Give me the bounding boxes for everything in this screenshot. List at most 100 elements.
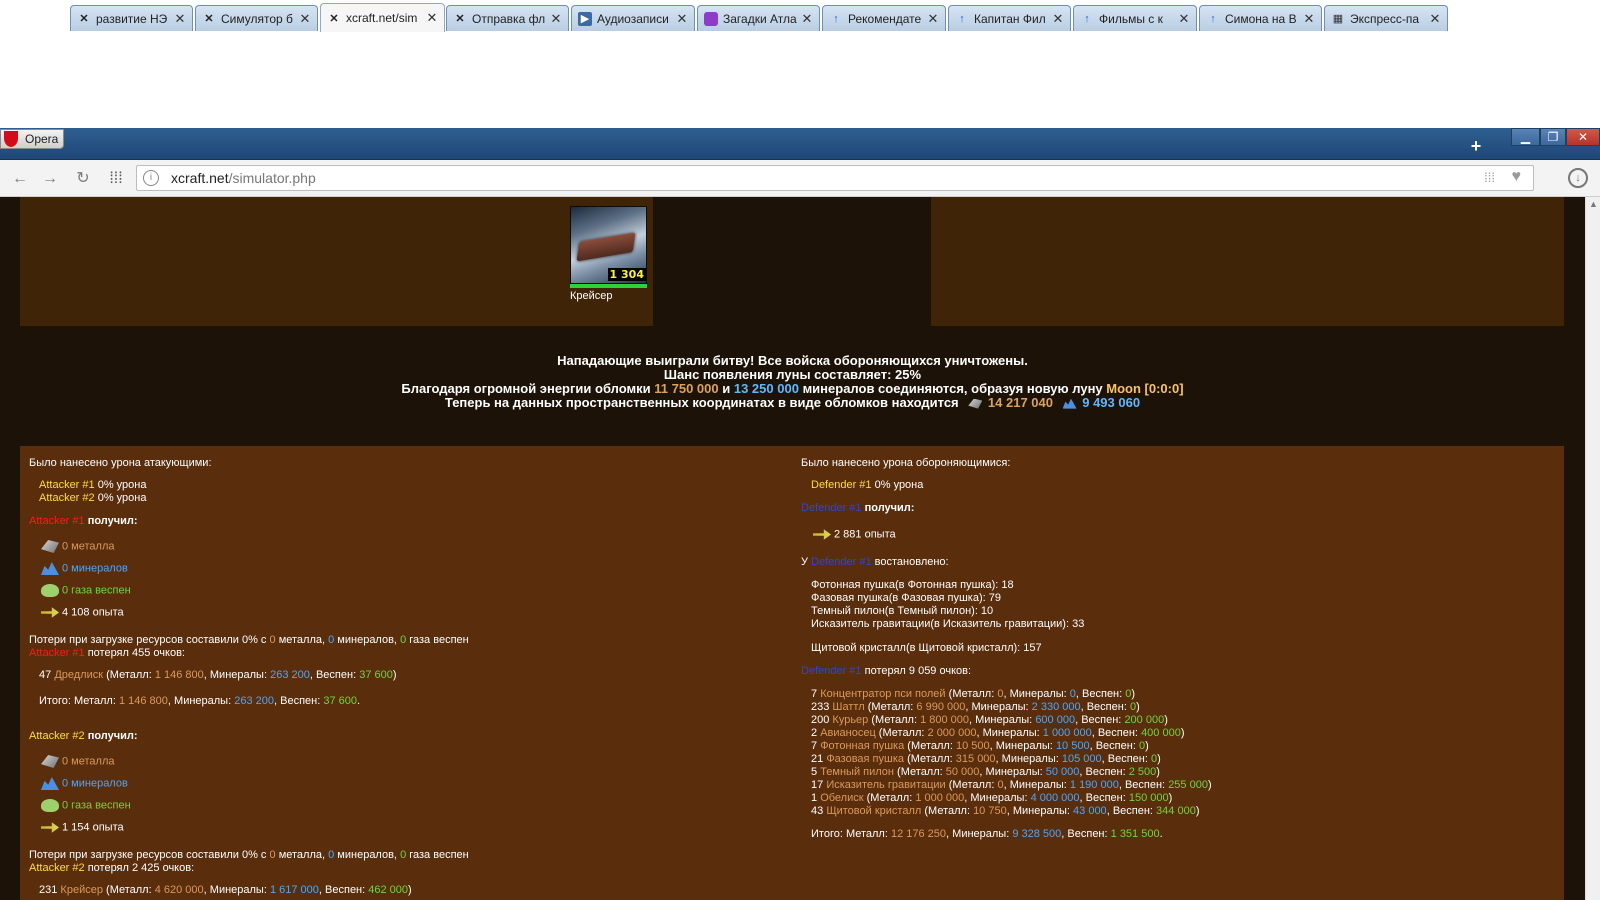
moon-and: и [722,381,731,396]
debris-crystal: 9 493 060 [1082,395,1141,410]
attacker-2-lost: Attacker #2 потерял 2 425 очков: [29,862,195,874]
tab-close-icon[interactable]: ✕ [1050,11,1066,27]
restored-shield: Щитовой кристалл(в Щитовой кристалл): 15… [811,642,1042,654]
maximize-window-button[interactable]: ❐ [1540,128,1566,146]
tab-label: Аудиозаписи [597,11,669,26]
heart-icon[interactable]: ♥ [1512,165,1522,189]
tab-close-icon[interactable]: ✕ [799,11,815,27]
close-window-button[interactable]: ✕ [1566,128,1600,146]
tab-close-icon[interactable]: ✕ [424,10,440,26]
tab-close-icon[interactable]: ✕ [674,11,690,27]
attacker-1-exp: 4 108 опыта [41,606,124,619]
browser-tab[interactable]: ↑ Симона на В ✕ [1199,5,1322,31]
browser-tab[interactable]: ▶ Аудиозаписи ✕ [571,5,695,31]
crystal-icon [41,562,59,575]
restored-item: Исказитель гравитации(в Исказитель грави… [811,618,1085,630]
speed-dial-grid-icon[interactable]: ⁞⁞⁞ [106,169,126,189]
browser-tab-bar: Opera [0,128,1600,160]
browser-tab[interactable]: ✕ Симулятор б ✕ [195,5,318,31]
xcraft-icon: ✕ [79,13,89,25]
attacker-2-load-loss: Потери при загрузке ресурсов составили 0… [29,849,469,861]
defense-damage-title: Было нанесено урона обороняющимися: [801,457,1011,469]
crystal-icon [41,777,59,790]
browser-tab[interactable]: ↑ Рекомендате ✕ [822,5,946,31]
browser-tab[interactable]: Загадки Атла ✕ [697,5,820,31]
browser-tab[interactable]: ✕ развитие НЭ ✕ [70,5,193,31]
tab-close-icon[interactable]: ✕ [1176,11,1192,27]
tab-label: Фильмы с к [1099,11,1163,26]
tab-close-icon[interactable]: ✕ [925,11,941,27]
attacker-1-unit: 47 Дредлиск (Металл: 1 146 800, Минералы… [39,669,397,681]
url-host: xcraft.net [171,170,229,186]
experience-icon [41,822,59,833]
tab-close-icon[interactable]: ✕ [548,11,564,27]
attack-damage-title: Было нанесено урона атакующими: [29,457,212,469]
debris-text: Теперь на данных пространственных коорди… [444,395,959,410]
arrow-up-icon: ↑ [1210,12,1216,25]
debris-metal: 14 217 040 [987,395,1053,410]
download-icon[interactable]: ↓ [1568,168,1588,188]
browser-tab[interactable]: ▦ Экспресс-па ✕ [1324,5,1448,31]
attacker-1-gas: 0 газа веспен [41,584,131,597]
attacker-2-metal: 0 металла [41,755,114,768]
scroll-up-icon[interactable]: ▲ [1589,199,1598,209]
arrow-up-icon: ↑ [959,12,965,25]
tab-close-icon[interactable]: ✕ [172,11,188,27]
browser-tab[interactable]: ✕ xcraft.net/sim ✕ [320,3,445,32]
tab-label: Загадки Атла [723,11,797,26]
tab-label: Рекомендате [848,11,922,26]
browser-tab[interactable]: ✕ Отправка фл ✕ [446,5,569,31]
minimize-window-button[interactable]: ▁ [1511,128,1540,146]
vertical-scrollbar[interactable]: ▲ [1585,197,1600,900]
vk-icon: ▶ [578,11,592,26]
attacker-1-load-loss: Потери при загрузке ресурсов составили 0… [29,634,469,646]
address-toolbar: ← → ↻ ⁞⁞⁞ i xcraft.net/simulator.php ⁞⁞⁞… [0,160,1600,197]
opera-logo-icon [4,131,18,147]
opera-menu-button[interactable]: Opera [0,129,64,149]
tab-close-icon[interactable]: ✕ [297,11,313,27]
forward-button[interactable]: → [40,169,60,189]
arrow-up-icon: ↑ [833,12,839,25]
tab-close-icon[interactable]: ✕ [1301,11,1317,27]
cruiser-ship-image: 1 304 [570,206,647,284]
defender-unit-row: 7 Фотонная пушка (Металл: 10 500, Минера… [811,740,1149,752]
defender-unit-row: 1 Обелиск (Металл: 1 000 000, Минералы: … [811,792,1173,804]
moon-metal: 11 750 000 [654,381,719,396]
tab-label: Симона на В [1225,11,1297,26]
reload-icon[interactable]: ↻ [73,169,93,189]
ship-name: Крейсер [570,290,613,302]
defender-unit-row: 2 Авианосец (Металл: 2 000 000, Минералы… [811,727,1185,739]
metal-icon [968,398,983,409]
attacker-1-crystal: 0 минералов [41,562,128,575]
defender-unit-row: 200 Курьер (Металл: 1 800 000, Минералы:… [811,714,1168,726]
browser-tab[interactable]: ↑ Капитан Фил ✕ [948,5,1071,31]
defender-unit-row: 5 Темный пилон (Металл: 50 000, Минералы… [811,766,1160,778]
ship-count: 1 304 [607,268,646,281]
attacker-1-lost: Attacker #1 потерял 455 очков: [29,647,185,659]
xcraft-icon: ✕ [204,13,214,25]
experience-icon [41,607,59,618]
ship-card[interactable]: 1 304 Крейсер [570,206,648,306]
defender-unit-row: 21 Фазовая пушка (Металл: 315 000, Минер… [811,753,1161,765]
attacker-2-exp: 1 154 опыта [41,821,124,834]
defender-1-damage: Defender #1 0% урона [811,479,924,491]
tab-close-icon[interactable]: ✕ [1427,11,1443,27]
attacker-2-gas: 0 газа веспен [41,799,131,812]
battle-result: Нападающие выиграли битву! Все войска об… [0,354,1585,410]
crystal-icon [1062,398,1077,409]
gas-icon [41,584,59,597]
defender-1-total: Итого: Металл: 12 176 250, Минералы: 9 3… [811,828,1163,840]
stash-grid-icon[interactable]: ⁞⁞⁞ [1484,166,1495,190]
grid-icon: ▦ [1332,13,1344,25]
tab-label: развитие НЭ [96,11,168,26]
new-tab-button[interactable]: + [1465,137,1487,155]
ship-health-bar [570,284,647,288]
moon-text-b: минералов соединяются, образуя новую лун… [802,381,1103,396]
globe-icon: i [143,170,159,186]
address-field[interactable]: i xcraft.net/simulator.php ⁞⁞⁞ ♥ [136,165,1534,191]
arrow-up-icon: ↑ [1084,12,1090,25]
metal-icon [41,755,59,768]
back-button[interactable]: ← [10,169,30,189]
defender-unit-row: 7 Концентратор пси полей (Металл: 0, Мин… [811,688,1136,700]
browser-tab[interactable]: ↑ Фильмы с к ✕ [1073,5,1197,31]
